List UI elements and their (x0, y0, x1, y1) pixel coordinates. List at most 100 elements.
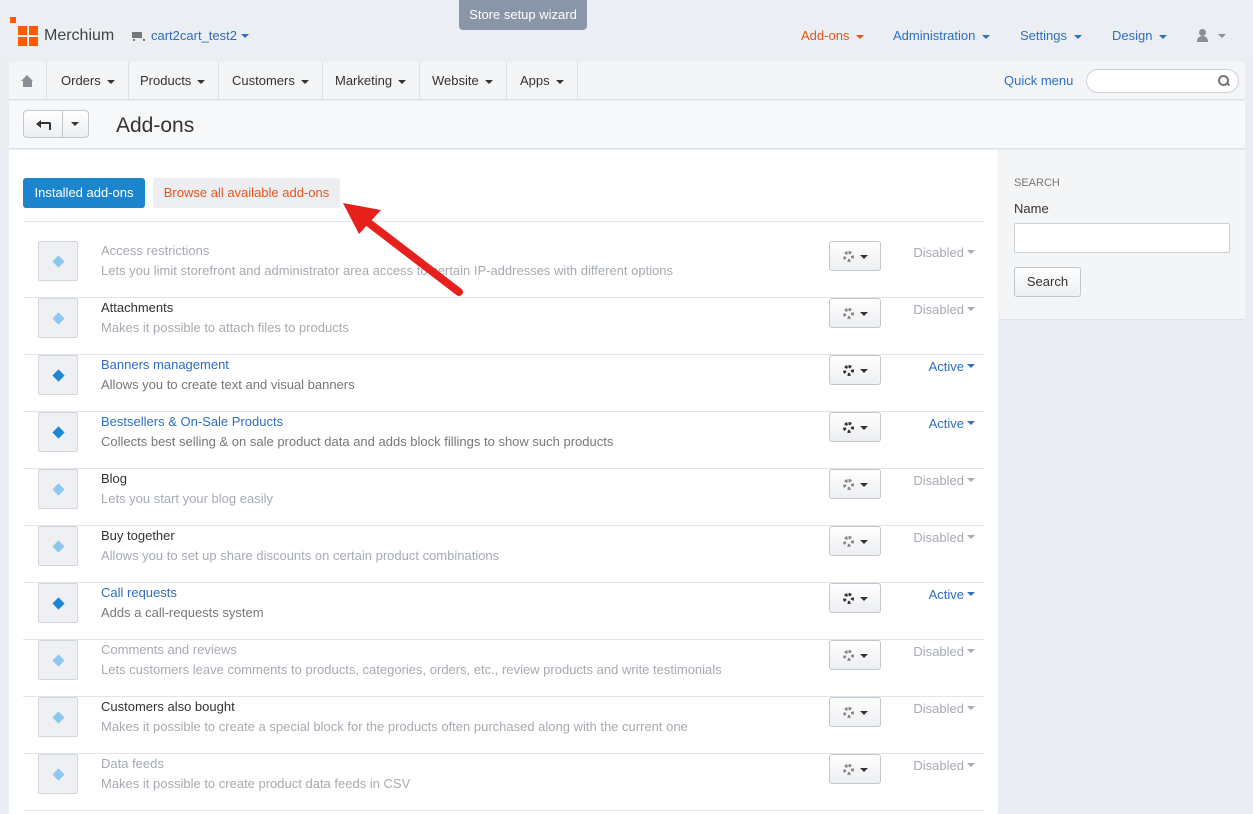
addon-icon (38, 640, 78, 680)
addon-description: Allows you to set up share discounts on … (101, 548, 500, 563)
addon-settings-button[interactable] (829, 298, 881, 328)
back-button[interactable] (24, 111, 63, 137)
addon-status-dropdown[interactable]: Disabled (913, 245, 975, 260)
addon-icon (38, 526, 78, 566)
chevron-down-icon (555, 79, 564, 84)
global-search-input[interactable] (1086, 69, 1239, 93)
addon-status-dropdown[interactable]: Active (929, 587, 975, 602)
gear-icon (843, 707, 854, 718)
status-label: Disabled (913, 530, 964, 545)
brand-logo[interactable]: Merchium (10, 17, 115, 46)
back-dropdown-button[interactable] (63, 111, 89, 137)
cart-icon (130, 30, 145, 42)
nav-label: Marketing (335, 73, 393, 88)
addon-name[interactable]: Call requests (101, 585, 177, 600)
addon-status-dropdown[interactable]: Active (929, 359, 975, 374)
nav-apps[interactable]: Apps (507, 62, 578, 100)
search-icon[interactable] (1218, 75, 1229, 86)
topnav-administration[interactable]: Administration (893, 28, 991, 43)
addon-icon (38, 583, 78, 623)
chevron-down-icon (860, 597, 868, 601)
chevron-down-icon (860, 711, 868, 715)
nav-label: Apps (520, 73, 550, 88)
chevron-down-icon (860, 654, 868, 658)
nav-website[interactable]: Website (419, 62, 507, 100)
addon-description: Allows you to create text and visual ban… (101, 377, 355, 392)
addon-icon (38, 469, 78, 509)
chevron-down-icon (860, 255, 868, 259)
addon-settings-button[interactable] (829, 526, 881, 556)
gear-icon (843, 536, 854, 547)
nav-orders[interactable]: Orders (48, 62, 129, 100)
status-label: Disabled (913, 245, 964, 260)
addon-description: Lets you start your blog easily (101, 491, 273, 506)
addon-row: Blog Lets you start your blog easily Disab… (23, 469, 984, 526)
addon-name[interactable]: Bestsellers & On-Sale Products (101, 414, 283, 429)
user-menu[interactable] (1197, 29, 1226, 43)
addon-settings-button[interactable] (829, 469, 881, 499)
addon-settings-button[interactable] (829, 583, 881, 613)
topnav-label: Settings (1020, 28, 1067, 43)
back-arrow-icon (36, 120, 51, 130)
nav-products[interactable]: Products (127, 62, 220, 100)
chevron-down-icon (106, 79, 115, 84)
nav-marketing[interactable]: Marketing (322, 62, 421, 100)
addon-settings-button[interactable] (829, 241, 881, 271)
cube-icon (52, 768, 65, 781)
chevron-down-icon (1159, 34, 1168, 39)
chevron-down-icon (860, 312, 868, 316)
status-label: Disabled (913, 701, 964, 716)
nav-customers[interactable]: Customers (219, 62, 323, 100)
back-button-group (23, 110, 89, 138)
addon-row: Comments and reviews Lets customers leave… (23, 640, 984, 697)
topnav-add-ons[interactable]: Add-ons (801, 28, 865, 43)
home-button[interactable] (9, 62, 47, 100)
addon-row: Call requests Adds a call-requests system… (23, 583, 984, 640)
addon-icon (38, 298, 78, 338)
tab-browse-all-add-ons[interactable]: Browse all available add-ons (153, 178, 340, 208)
addon-description: Adds a call-requests system (101, 605, 264, 620)
addon-settings-button[interactable] (829, 754, 881, 784)
sidebar-heading: Search (1014, 177, 1060, 189)
addon-status-dropdown[interactable]: Disabled (913, 758, 975, 773)
addon-row: Banners management Allows you to create t… (23, 355, 984, 412)
annotation-arrow-icon (343, 203, 463, 296)
store-selector[interactable]: cart2cart_test2 (130, 28, 249, 43)
addon-status-dropdown[interactable]: Disabled (913, 701, 975, 716)
gear-icon (843, 308, 854, 319)
status-label: Disabled (913, 473, 964, 488)
chevron-down-icon (967, 535, 975, 539)
chevron-down-icon (860, 483, 868, 487)
addon-status-dropdown[interactable]: Disabled (913, 644, 975, 659)
addon-name[interactable]: Banners management (101, 357, 229, 372)
addon-icon (38, 412, 78, 452)
addon-status-dropdown[interactable]: Active (929, 416, 975, 431)
topnav-label: Administration (893, 28, 976, 43)
addon-status-dropdown[interactable]: Disabled (913, 530, 975, 545)
addon-settings-button[interactable] (829, 697, 881, 727)
addon-settings-button[interactable] (829, 412, 881, 442)
topnav-design[interactable]: Design (1112, 28, 1168, 43)
addon-settings-button[interactable] (829, 355, 881, 385)
cube-icon (52, 540, 65, 553)
gear-icon (843, 365, 854, 376)
addon-settings-button[interactable] (829, 640, 881, 670)
cube-icon (52, 255, 65, 268)
brand-name: Merchium (44, 26, 115, 44)
addon-status-dropdown[interactable]: Disabled (913, 473, 975, 488)
tab-installed-add-ons[interactable]: Installed add-ons (23, 178, 145, 208)
store-setup-wizard-button[interactable]: Store setup wizard (459, 0, 587, 30)
addon-status-dropdown[interactable]: Disabled (913, 302, 975, 317)
addon-name: Blog (101, 471, 128, 486)
chevron-down-icon (967, 763, 975, 767)
search-button[interactable]: Search (1014, 267, 1081, 297)
topnav-label: Add-ons (801, 28, 850, 43)
name-search-field[interactable] (1014, 223, 1230, 253)
addon-row: Attachments Makes it possible to attach f… (23, 298, 984, 355)
quick-menu-link[interactable]: Quick menu (1004, 73, 1073, 88)
addon-name: Attachments (101, 300, 174, 315)
status-label: Disabled (913, 758, 964, 773)
topnav-settings[interactable]: Settings (1020, 28, 1082, 43)
cube-icon (52, 426, 65, 439)
chevron-down-icon (860, 768, 868, 772)
